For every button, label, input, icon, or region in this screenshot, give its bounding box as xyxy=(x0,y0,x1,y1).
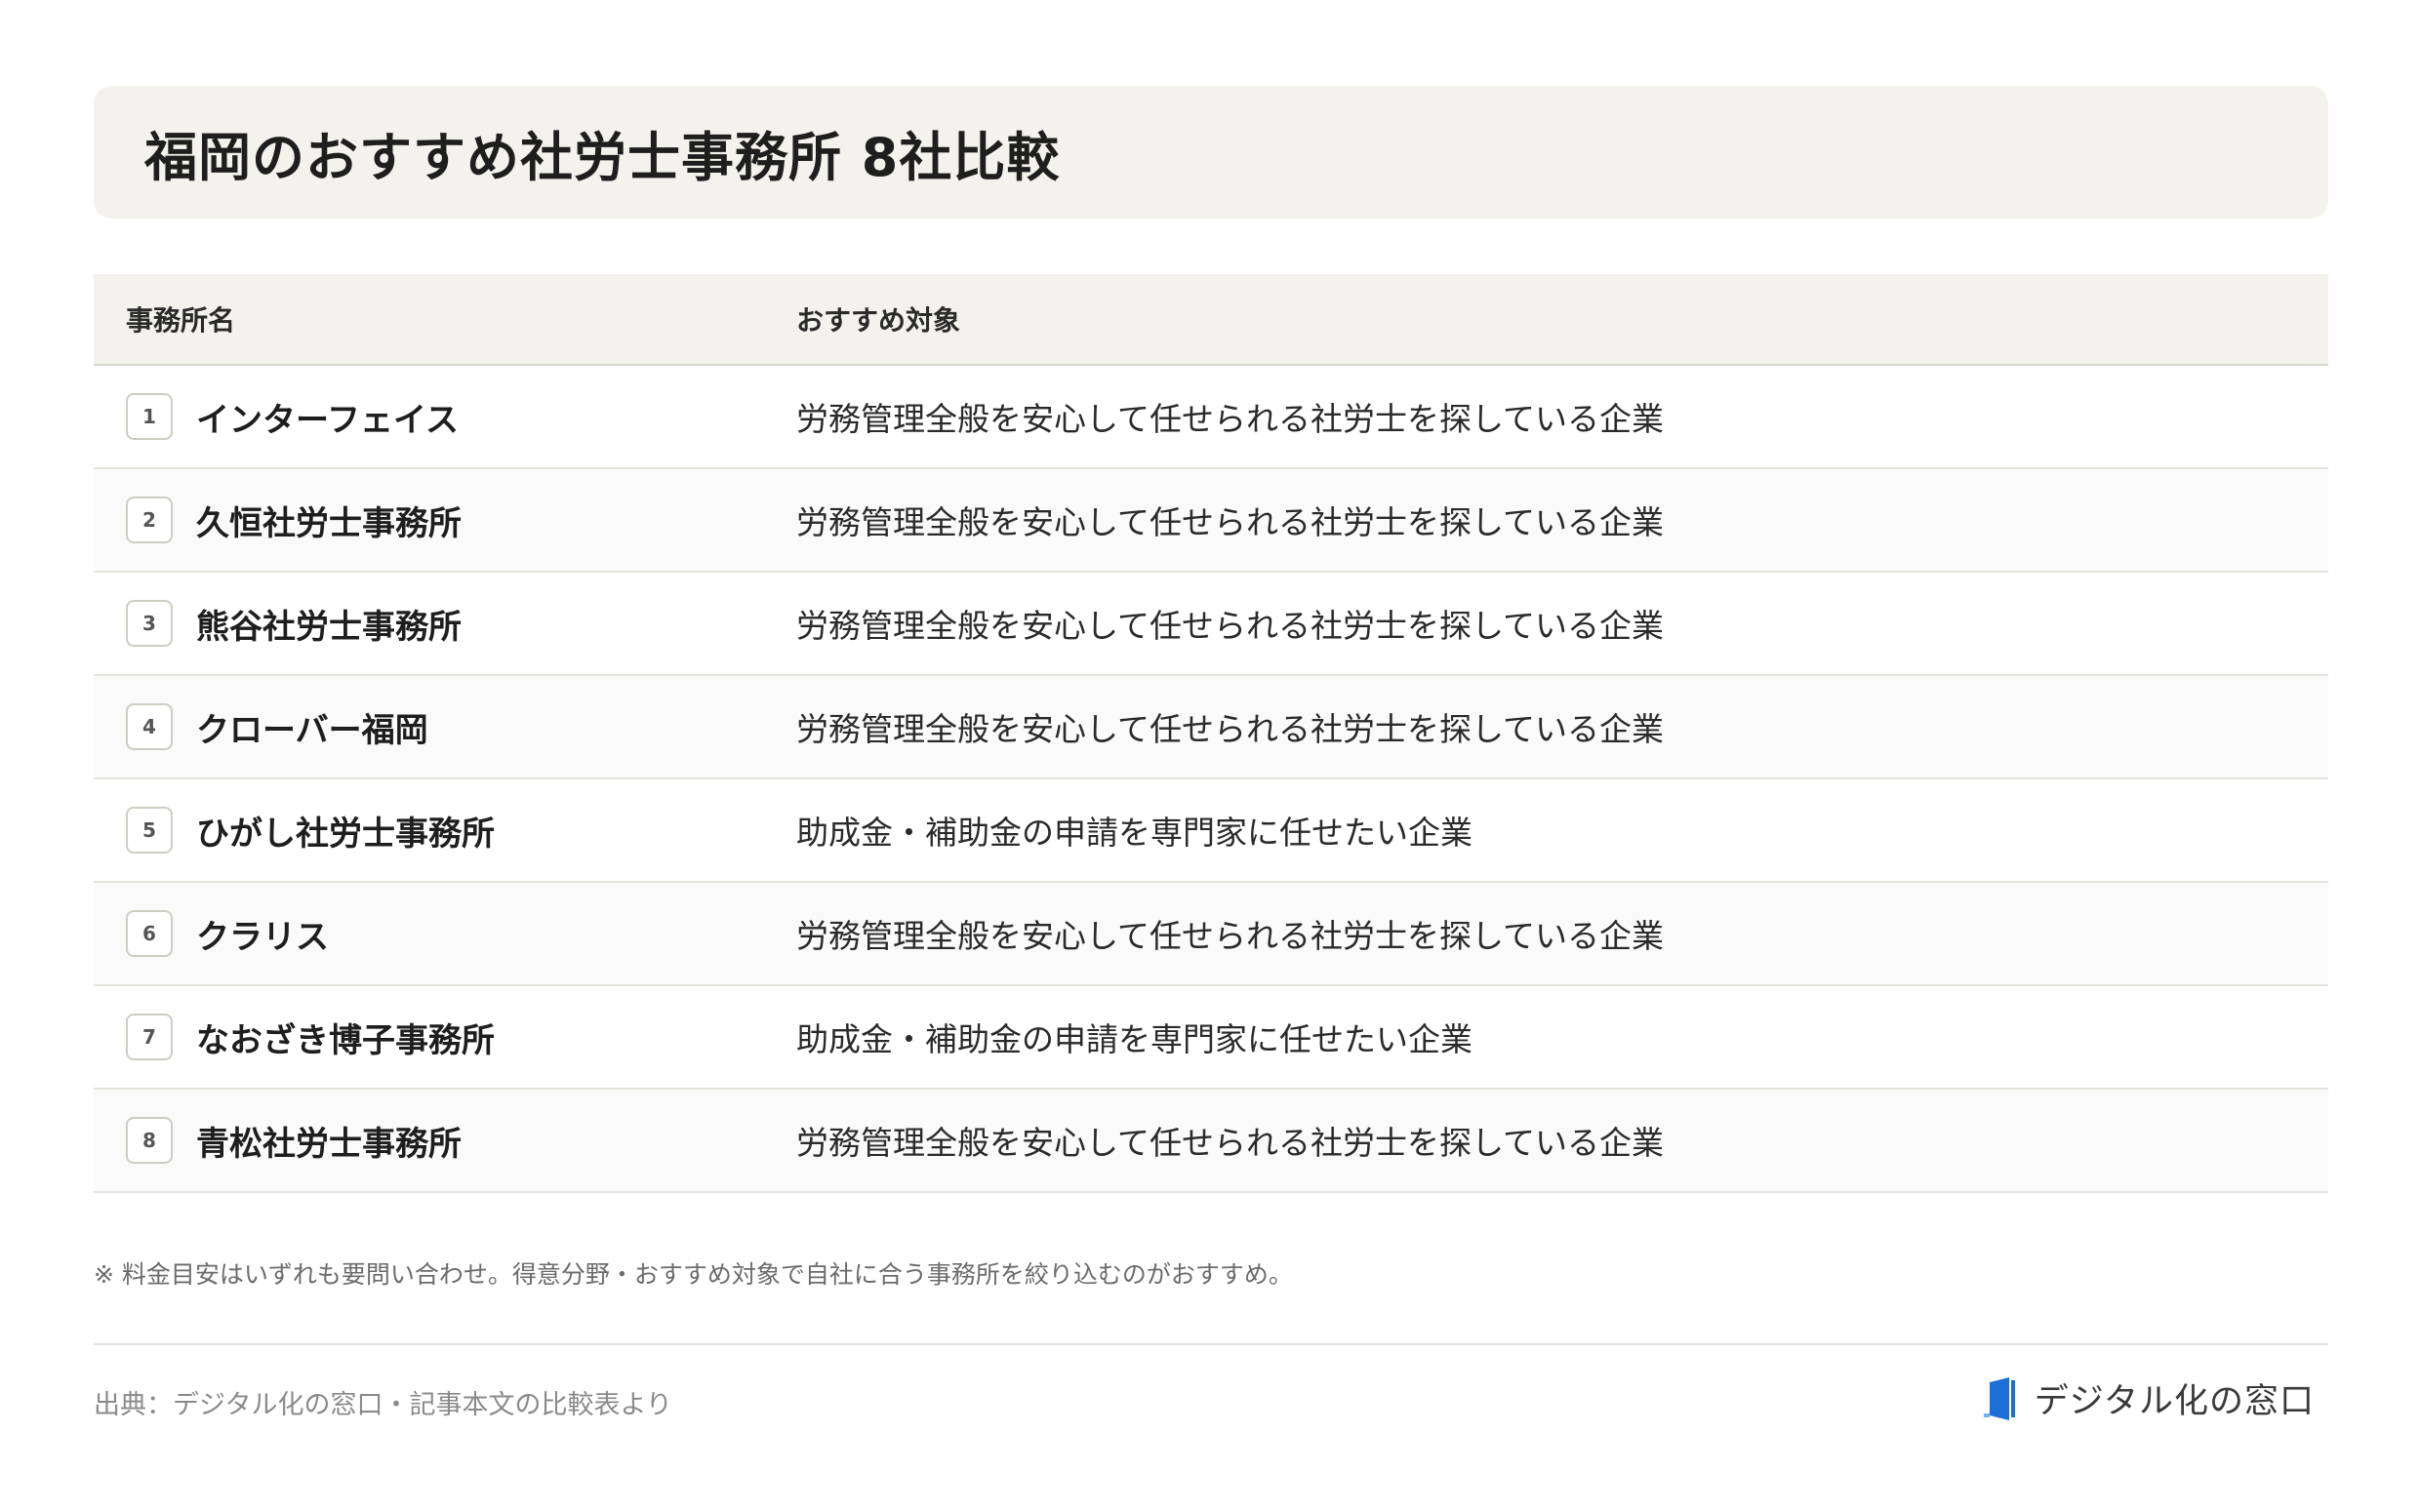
rank-badge: 4 xyxy=(126,703,173,750)
rank-badge: 3 xyxy=(126,600,173,647)
recommended-for: 助成金・補助金の申請を専門家に任せたい企業 xyxy=(796,1020,1472,1058)
recommended-for: 労務管理全般を安心して任せられる社労士を探している企業 xyxy=(796,710,1665,748)
office-name: 青松社労士事務所 xyxy=(196,1124,462,1164)
rank-badge: 2 xyxy=(126,497,173,543)
recommended-for: 助成金・補助金の申請を専門家に任せたい企業 xyxy=(796,814,1472,852)
brand-logo: デジタル化の窓口 xyxy=(1982,1373,2315,1423)
table-row: 2 久恒社労士事務所 労務管理全般を安心して任せられる社労士を探している企業 xyxy=(94,469,2328,573)
recommended-for: 労務管理全般を安心して任せられる社労士を探している企業 xyxy=(796,503,1665,541)
office-name-cell: 3 熊谷社労士事務所 xyxy=(94,600,796,648)
rank-badge: 6 xyxy=(126,910,173,957)
office-name: インターフェイス xyxy=(196,400,459,440)
recommended-for: 労務管理全般を安心して任せられる社労士を探している企業 xyxy=(796,1124,1665,1162)
title-banner: 福岡のおすすめ社労士事務所 8社比較 xyxy=(94,86,2328,219)
footnote: ※ 料金目安はいずれも要問い合わせ。得意分野・おすすめ対象で自社に合う事務所を絞… xyxy=(94,1260,1293,1289)
office-name-cell: 7 なおざき博子事務所 xyxy=(94,1014,796,1061)
table-row: 4 クローバー福岡 労務管理全般を安心して任せられる社労士を探している企業 xyxy=(94,676,2328,779)
table-row: 1 インターフェイス 労務管理全般を安心して任せられる社労士を探している企業 xyxy=(94,366,2328,469)
comparison-table: 事務所名 おすすめ対象 1 インターフェイス 労務管理全般を安心して任せられる社… xyxy=(94,274,2328,1193)
page: 福岡のおすすめ社労士事務所 8社比較 事務所名 おすすめ対象 1 インターフェイ… xyxy=(0,0,2420,1512)
page-title: 福岡のおすすめ社労士事務所 8社比較 xyxy=(144,126,1061,188)
office-name-cell: 4 クローバー福岡 xyxy=(94,703,796,751)
divider xyxy=(94,1343,2328,1345)
rank-badge: 8 xyxy=(126,1117,173,1164)
recommended-for: 労務管理全般を安心して任せられる社労士を探している企業 xyxy=(796,400,1665,438)
recommended-for: 労務管理全般を安心して任せられる社労士を探している企業 xyxy=(796,607,1665,645)
table-row: 6 クラリス 労務管理全般を安心して任せられる社労士を探している企業 xyxy=(94,883,2328,986)
table-row: 3 熊谷社労士事務所 労務管理全般を安心して任せられる社労士を探している企業 xyxy=(94,573,2328,676)
table-row: 5 ひがし社労士事務所 助成金・補助金の申請を専門家に任せたい企業 xyxy=(94,779,2328,883)
rank-badge: 1 xyxy=(126,393,173,440)
column-header-office-name: 事務所名 xyxy=(126,304,236,337)
brand-name: デジタル化の窓口 xyxy=(2034,1382,2315,1421)
office-name: クローバー福岡 xyxy=(196,710,428,750)
office-name-cell: 5 ひがし社労士事務所 xyxy=(94,807,796,855)
rank-badge: 7 xyxy=(126,1014,173,1060)
office-name-cell: 6 クラリス xyxy=(94,910,796,958)
office-name: 久恒社労士事務所 xyxy=(196,503,462,543)
office-name: 熊谷社労士事務所 xyxy=(196,607,462,647)
office-name: なおざき博子事務所 xyxy=(196,1020,495,1060)
table-row: 7 なおざき博子事務所 助成金・補助金の申請を専門家に任せたい企業 xyxy=(94,986,2328,1090)
rank-badge: 5 xyxy=(126,807,173,854)
office-name-cell: 8 青松社労士事務所 xyxy=(94,1117,796,1165)
source-credit: 出典：デジタル化の窓口・記事本文の比較表より xyxy=(94,1390,672,1420)
office-name-cell: 1 インターフェイス xyxy=(94,393,796,441)
door-logo-icon xyxy=(1983,1376,2015,1420)
office-name: クラリス xyxy=(196,917,329,957)
office-name: ひがし社労士事務所 xyxy=(196,814,495,854)
table-header: 事務所名 おすすめ対象 xyxy=(94,274,2328,366)
recommended-for: 労務管理全般を安心して任せられる社労士を探している企業 xyxy=(796,917,1665,955)
column-header-recommended-for: おすすめ対象 xyxy=(796,304,961,337)
table-row: 8 青松社労士事務所 労務管理全般を安心して任せられる社労士を探している企業 xyxy=(94,1090,2328,1193)
office-name-cell: 2 久恒社労士事務所 xyxy=(94,497,796,544)
